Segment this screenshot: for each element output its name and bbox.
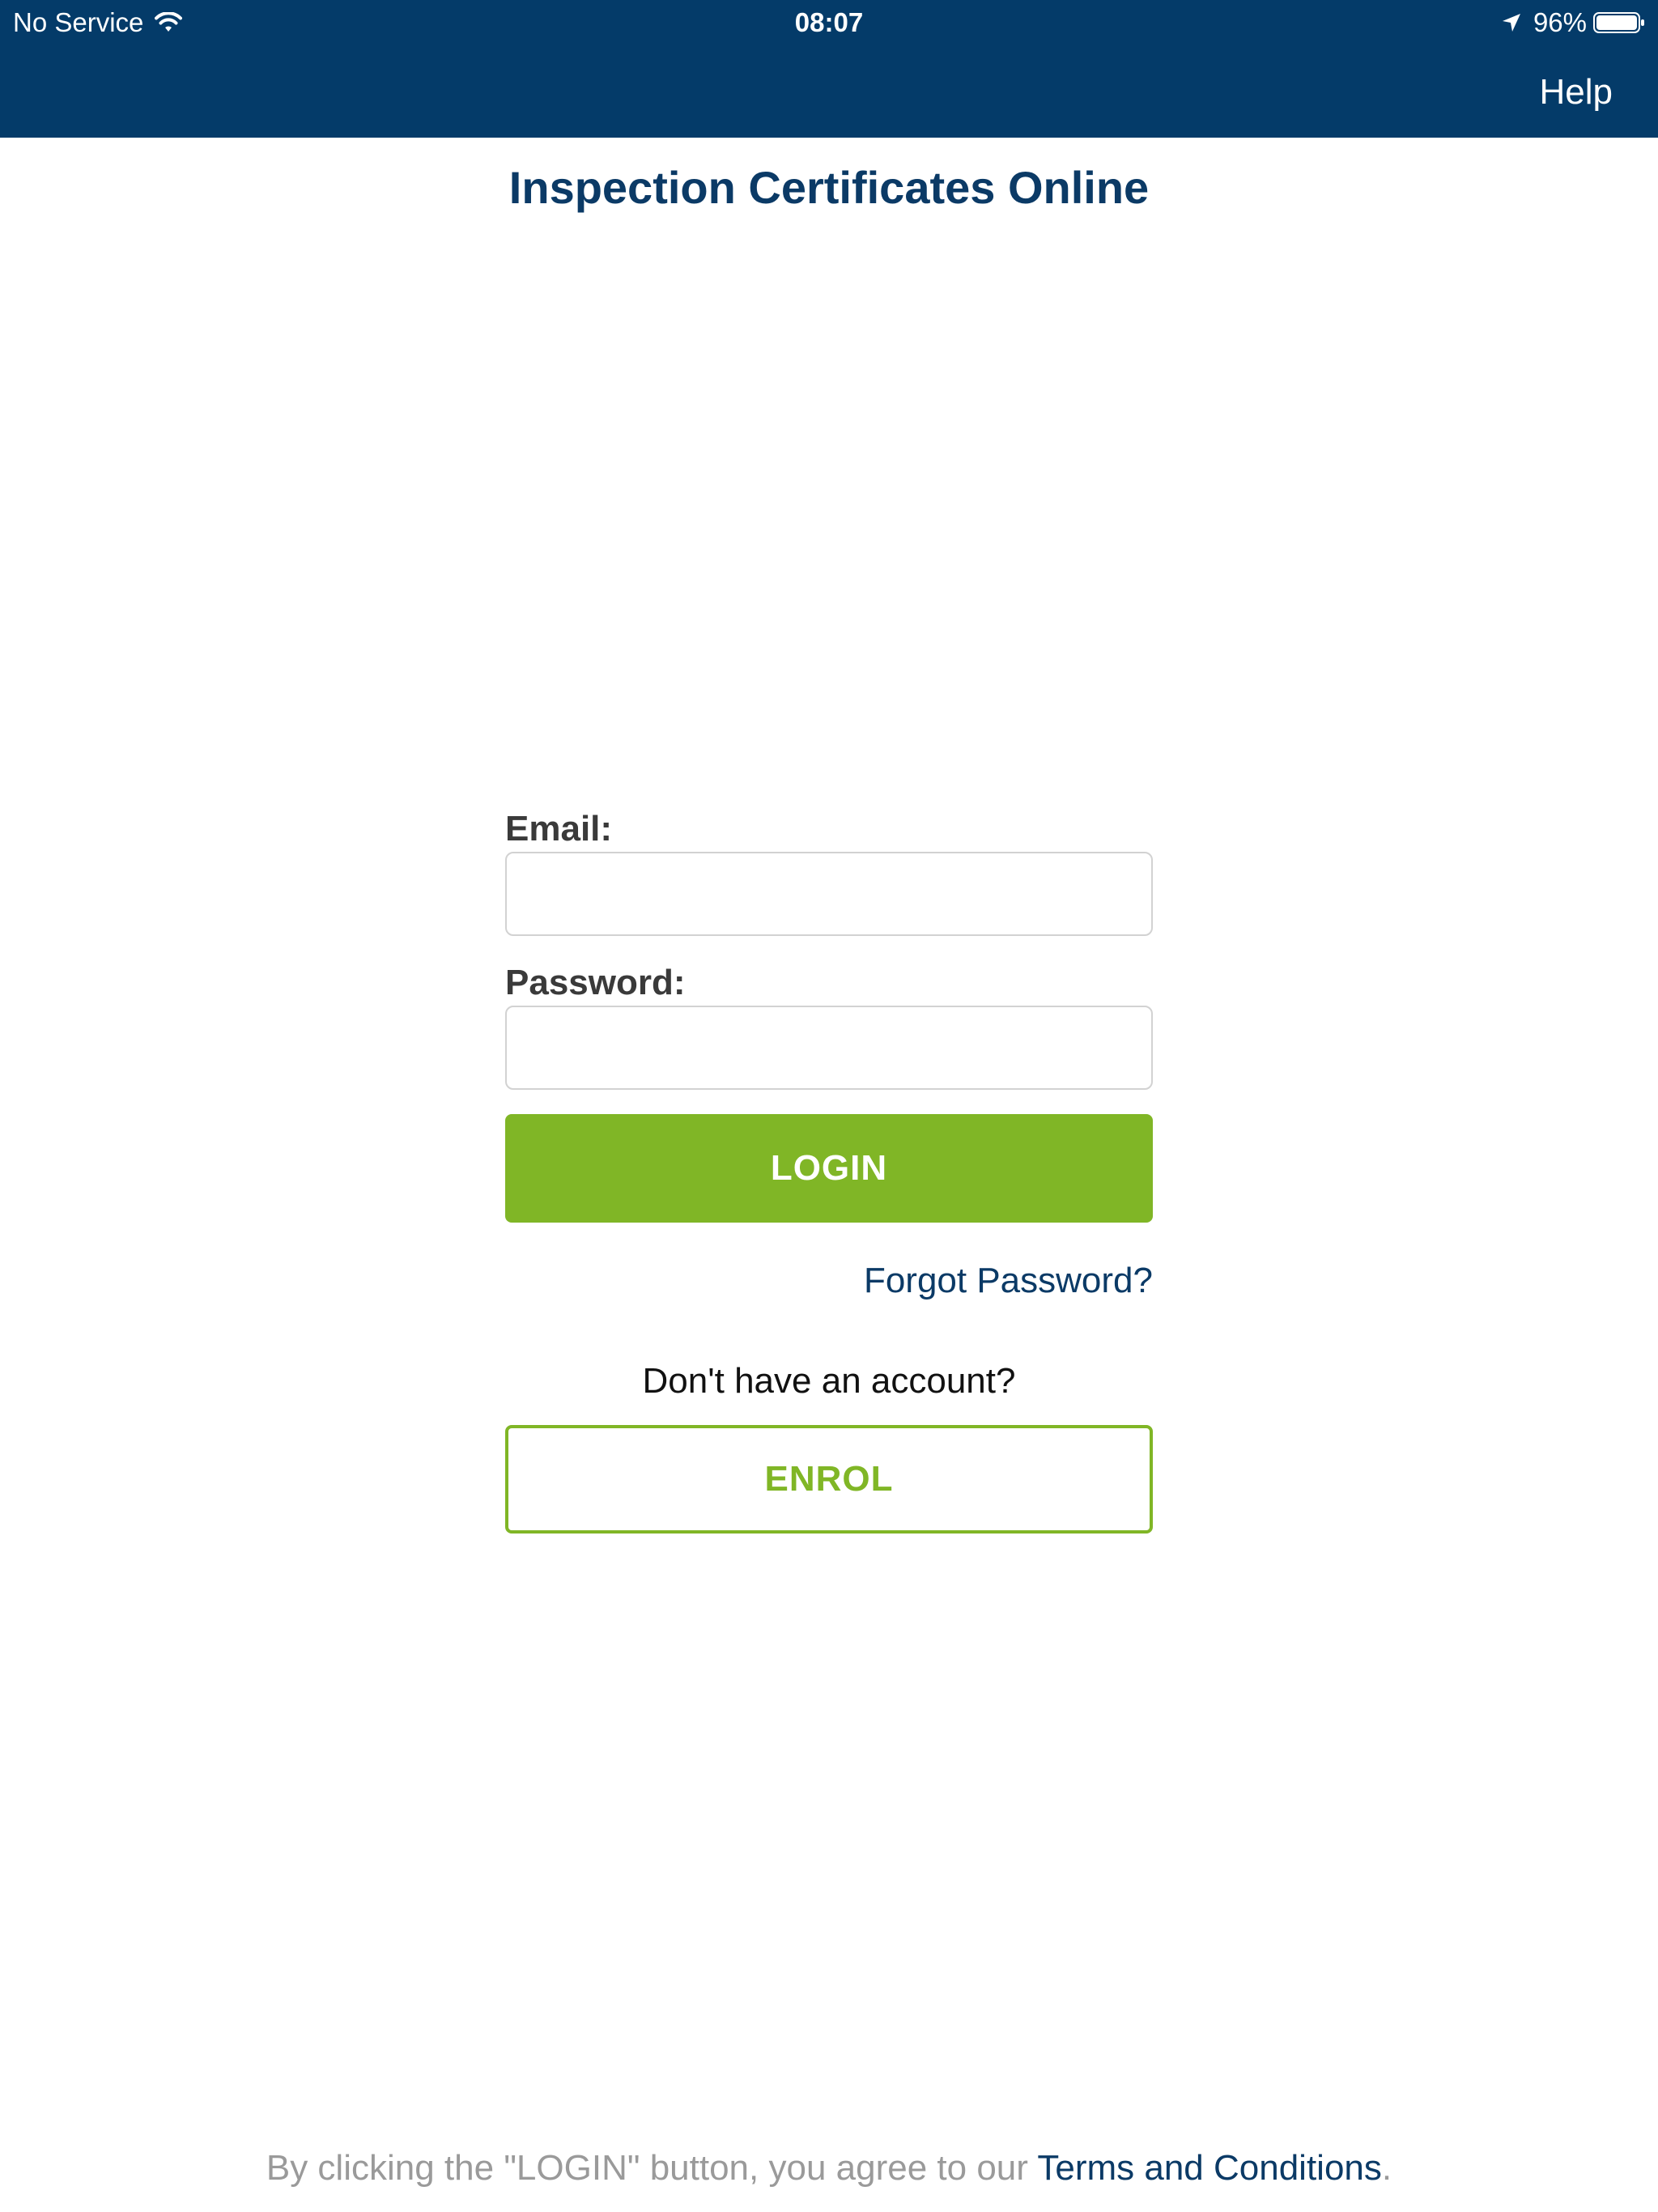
status-bar-right: 96%	[1501, 6, 1645, 39]
navigation-bar: No Service 08:07 96% Help	[0, 0, 1658, 138]
terms-suffix: .	[1381, 2148, 1392, 2188]
password-label: Password:	[505, 963, 686, 1002]
terms-notice: By clicking the "LOGIN" button, you agre…	[0, 2144, 1658, 2193]
page-title: Inspection Certificates Online	[508, 162, 1150, 213]
forgot-password-link[interactable]: Forgot Password?	[864, 1257, 1153, 1305]
login-button[interactable]: LOGIN	[505, 1114, 1153, 1223]
terms-prefix: By clicking the "LOGIN" button, you agre…	[266, 2148, 1038, 2188]
terms-and-conditions-link[interactable]: Terms and Conditions	[1037, 2148, 1382, 2188]
enrol-button[interactable]: ENROL	[505, 1425, 1153, 1534]
battery-icon	[1593, 12, 1644, 33]
email-field[interactable]	[505, 852, 1153, 936]
battery-percent: 96%	[1533, 7, 1587, 37]
password-field[interactable]	[505, 1006, 1153, 1090]
location-arrow-icon	[1502, 14, 1520, 32]
help-button[interactable]: Help	[1540, 68, 1613, 117]
email-label: Email:	[505, 809, 613, 849]
no-account-text: Don't have an account?	[642, 1361, 1016, 1401]
status-time: 08:07	[794, 7, 864, 37]
